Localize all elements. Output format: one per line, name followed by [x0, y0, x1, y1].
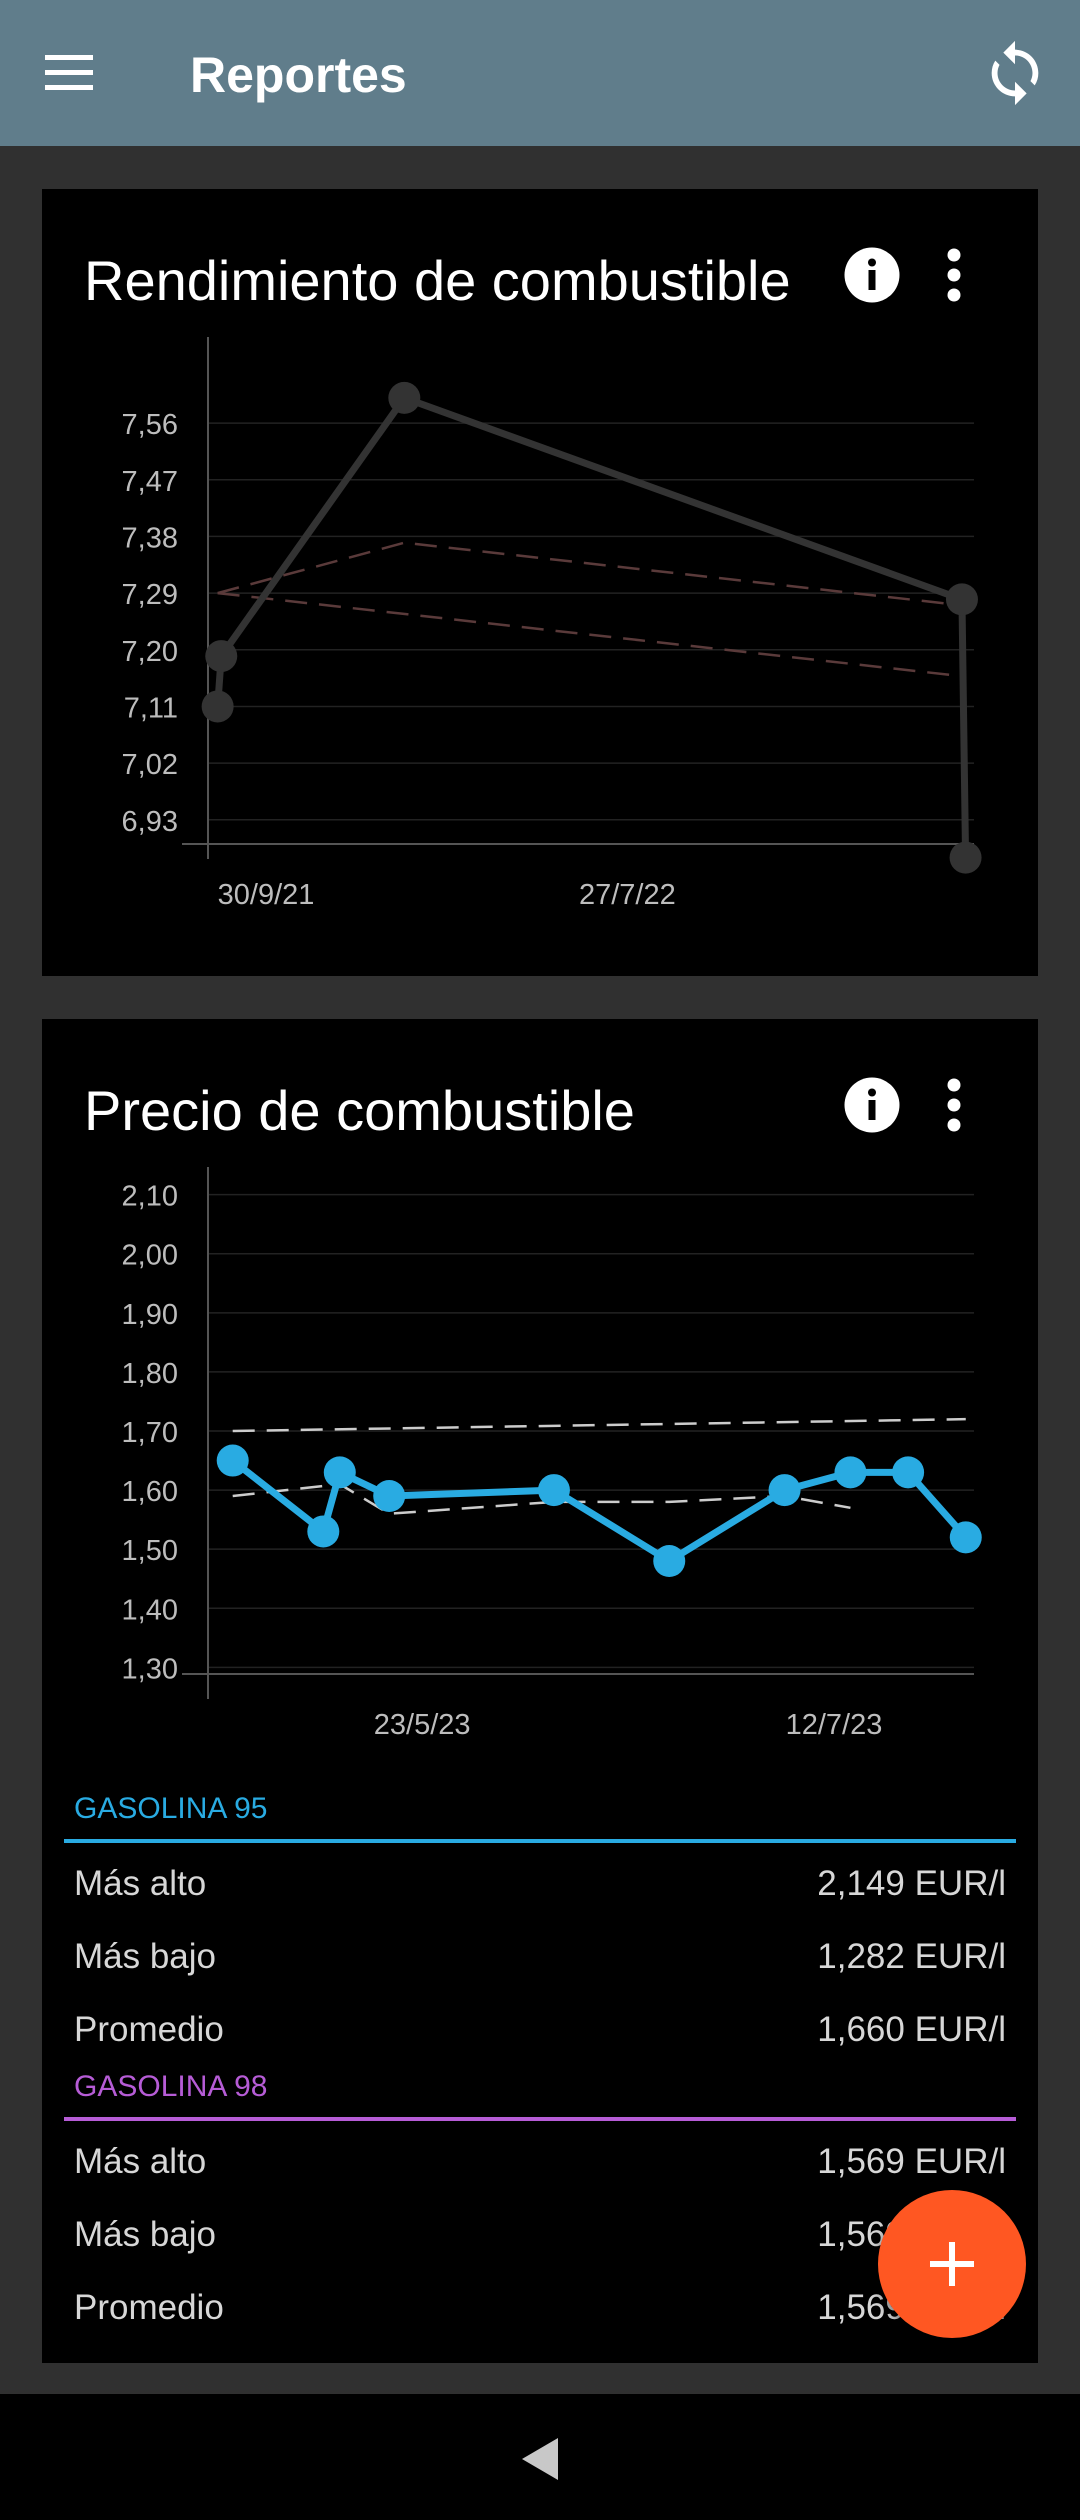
- fuel-efficiency-card: Rendimiento de combustible 7,56 7,47 7,38 7…: [42, 189, 1038, 976]
- data-point: [323, 1456, 356, 1489]
- y-tick-label: 7,38: [122, 522, 178, 554]
- data-point: [834, 1456, 867, 1489]
- data-point: [768, 1474, 801, 1507]
- y-tick-label: 7,02: [122, 749, 178, 781]
- data-point: [216, 1444, 249, 1477]
- add-entry-button[interactable]: [878, 2190, 1026, 2338]
- y-tick-label: 1,50: [122, 1535, 178, 1567]
- y-tick-label: 7,11: [124, 692, 178, 724]
- stat-label: Más bajo: [74, 2215, 217, 2254]
- data-point: [373, 1480, 406, 1512]
- trend-line: [232, 1417, 966, 1433]
- fuel-price-chart: 2,10 2,00 1,90 1,80 1,70 1,60 1,50 1,40 1,30 23/5…: [122, 1167, 982, 1741]
- x-tick-label: 30/9/21: [218, 879, 315, 911]
- gasolina95-divider: [64, 1839, 1016, 1843]
- y-tick-label: 1,90: [122, 1299, 178, 1331]
- data-point: [388, 381, 421, 414]
- y-tick-label: 6,93: [122, 806, 178, 838]
- data-point: [949, 841, 982, 874]
- app-bar: Reportes: [0, 0, 1080, 146]
- y-tick-label: 7,47: [122, 466, 178, 498]
- series-line: [214, 394, 970, 858]
- y-tick-label: 1,60: [122, 1476, 178, 1508]
- page-title: Reportes: [190, 47, 407, 103]
- y-tick-label: 2,10: [122, 1181, 178, 1213]
- y-tick-label: 1,80: [122, 1358, 178, 1390]
- stat-label: Promedio: [74, 2288, 224, 2327]
- y-tick-label: 7,20: [122, 636, 178, 668]
- system-nav-bar: [0, 2394, 1080, 2520]
- x-tick-label: 27/7/22: [579, 879, 676, 911]
- sync-icon[interactable]: [980, 38, 1050, 108]
- stat-value: 1,282 EUR/l: [817, 1937, 1006, 1976]
- stat-label: Más bajo: [74, 1937, 217, 1976]
- fuel-efficiency-chart: 7,56 7,47 7,38 7,29 7,20 7,11 7,02 6,93 30/9/21 2…: [122, 337, 982, 911]
- stat-value: 1,569 EUR/l: [817, 2142, 1006, 2181]
- y-tick-label: 7,29: [122, 579, 178, 611]
- y-tick-label: 2,00: [122, 1240, 178, 1272]
- gasolina98-divider: [64, 2117, 1016, 2121]
- x-tick-label: 12/7/23: [786, 1709, 883, 1741]
- y-tick-label: 1,30: [122, 1653, 178, 1685]
- stat-value: 2,149 EUR/l: [817, 1864, 1006, 1903]
- data-point: [892, 1456, 925, 1489]
- data-point: [205, 640, 238, 673]
- gasolina98-header: GASOLINA 98: [74, 2070, 268, 2103]
- data-point: [307, 1515, 340, 1548]
- stat-label: Más alto: [74, 1864, 207, 1903]
- back-triangle-icon[interactable]: [516, 2434, 564, 2484]
- data-point: [201, 690, 234, 723]
- plus-icon: [930, 2242, 974, 2286]
- x-tick-label: 23/5/23: [374, 1709, 471, 1741]
- data-point: [945, 583, 978, 616]
- data-point: [537, 1474, 570, 1507]
- data-point: [653, 1545, 686, 1577]
- stat-label: Más alto: [74, 2142, 207, 2181]
- y-tick-label: 1,70: [122, 1417, 178, 1449]
- stat-value: 1,660 EUR/l: [817, 2010, 1006, 2049]
- hamburger-icon[interactable]: [40, 45, 100, 101]
- trend-line: [217, 541, 966, 607]
- gasolina95-header: GASOLINA 95: [74, 1792, 268, 1825]
- trend-line: [217, 591, 952, 677]
- y-tick-label: 1,40: [122, 1594, 178, 1626]
- y-tick-label: 7,56: [122, 409, 178, 441]
- fuel-price-card: Precio de combustible 2,10 2,00 1,90 1,80 1,…: [42, 1019, 1038, 2363]
- stat-label: Promedio: [74, 2010, 224, 2049]
- data-point: [949, 1521, 982, 1554]
